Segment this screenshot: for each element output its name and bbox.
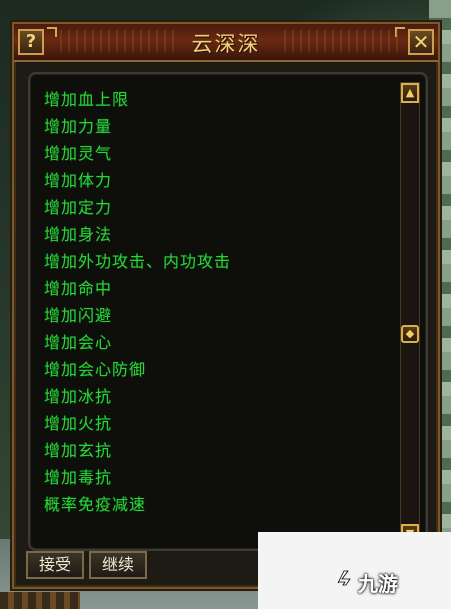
accept-button[interactable]: 接受 xyxy=(26,551,84,579)
list-item[interactable]: 增加身法 xyxy=(44,221,231,248)
dialog-title: 云深深 xyxy=(191,32,261,56)
continue-button[interactable]: 继续 xyxy=(89,551,147,579)
close-button[interactable]: ✕ xyxy=(408,29,434,55)
list-item[interactable]: 增加玄抗 xyxy=(44,437,231,464)
list-item[interactable]: 增加定力 xyxy=(44,194,231,221)
list-item[interactable]: 增加外功攻击、内功攻击 xyxy=(44,248,231,275)
bottom-ornament-trim xyxy=(0,592,80,609)
list-item[interactable]: 增加毒抗 xyxy=(44,464,231,491)
corner-ornament-right xyxy=(395,27,405,37)
dialog-titlebar: ? 云深深 ✕ xyxy=(14,24,438,62)
attribute-list-panel: 增加血上限 增加力量 增加灵气 增加体力 增加定力 增加身法 增加外功攻击、内功… xyxy=(28,72,428,551)
vertical-scrollbar[interactable]: ▲ ◆ ▼ xyxy=(400,82,420,545)
dialog-button-bar: 接受 继续 xyxy=(26,551,166,581)
list-item[interactable]: 增加血上限 xyxy=(44,86,231,113)
list-item[interactable]: 增加会心防御 xyxy=(44,356,231,383)
list-item[interactable]: 增加冰抗 xyxy=(44,383,231,410)
scroll-thumb[interactable]: ◆ xyxy=(401,325,419,343)
npc-dialog-window: ? 云深深 ✕ 增加血上限 增加力量 增加灵气 增加体力 增加定力 增加身法 增… xyxy=(12,22,440,589)
list-item[interactable]: 增加灵气 xyxy=(44,140,231,167)
list-item[interactable]: 增加体力 xyxy=(44,167,231,194)
nine-game-logo-icon xyxy=(337,570,351,586)
watermark-text: 九游 xyxy=(358,572,398,596)
attribute-list: 增加血上限 增加力量 增加灵气 增加体力 增加定力 增加身法 增加外功攻击、内功… xyxy=(44,86,231,518)
scroll-up-icon[interactable]: ▲ xyxy=(401,83,419,103)
list-item[interactable]: 增加火抗 xyxy=(44,410,231,437)
list-item[interactable]: 增加会心 xyxy=(44,329,231,356)
list-item[interactable]: 增加命中 xyxy=(44,275,231,302)
list-item[interactable]: 增加力量 xyxy=(44,113,231,140)
list-item[interactable]: 概率免疫减速 xyxy=(44,491,231,518)
list-item[interactable]: 增加闪避 xyxy=(44,302,231,329)
